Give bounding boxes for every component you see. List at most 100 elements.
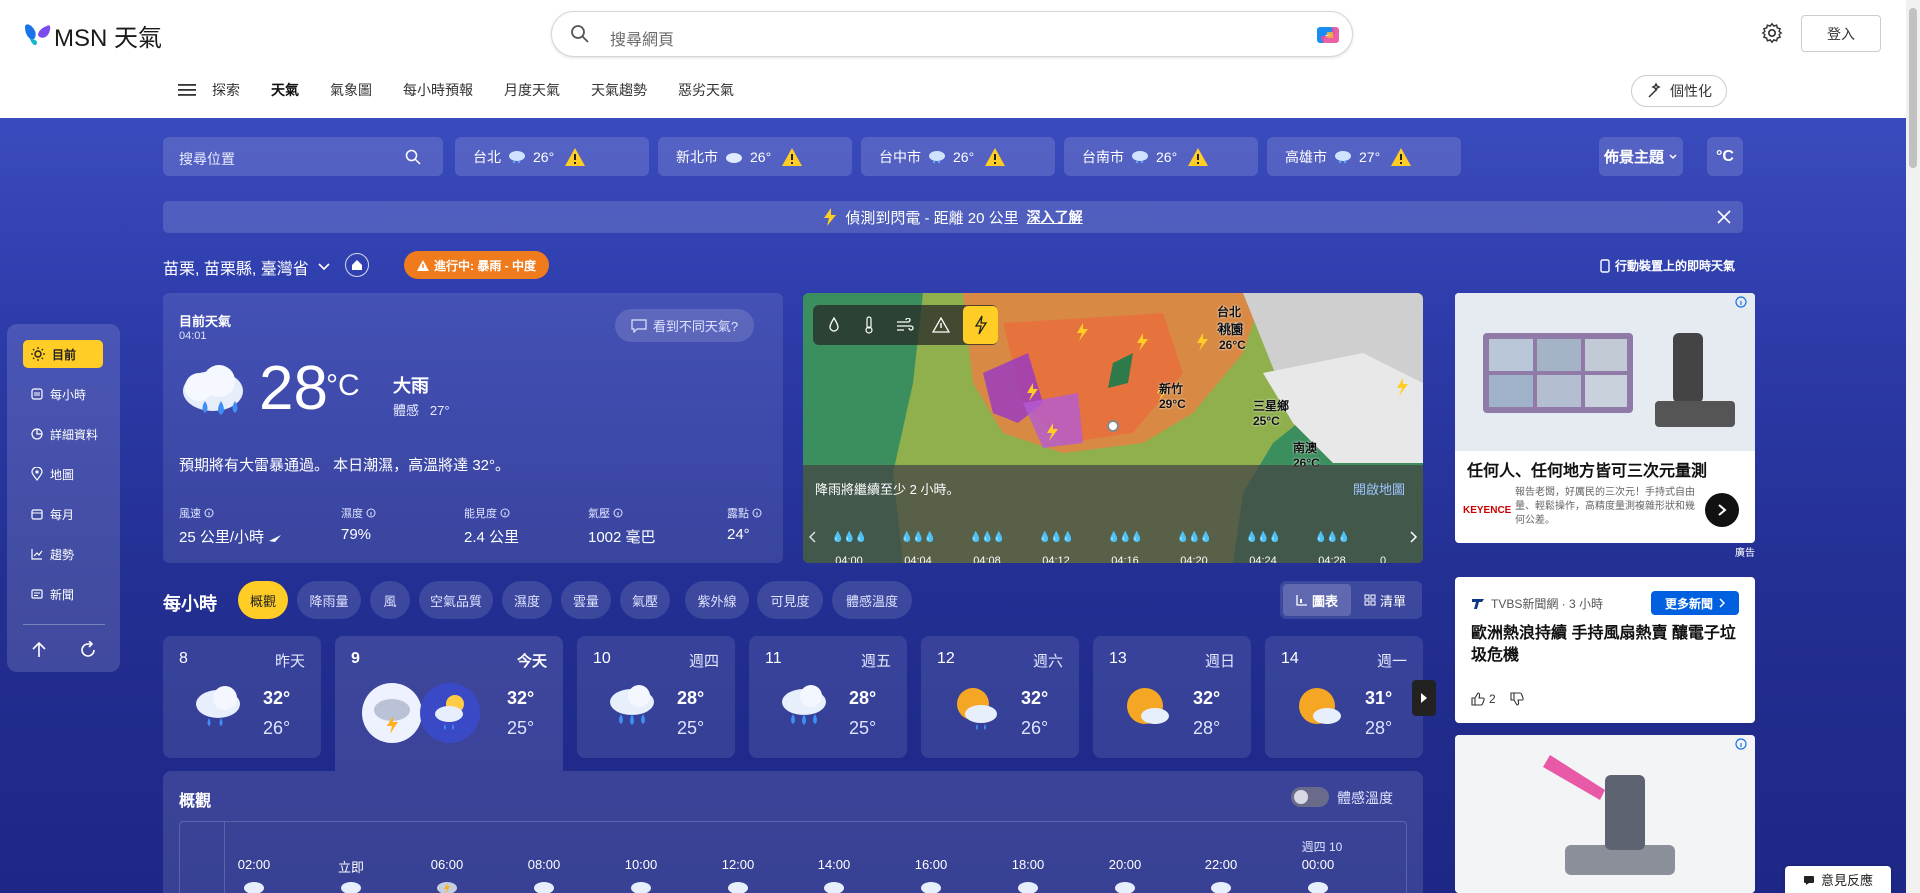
weather-radar-map[interactable]: 台北 26°C 桃園 26°C 新竹 29°C 三星鄉 25°C 南澳 26°C 降雨將繼… (803, 293, 1423, 563)
map-time-tick[interactable]: 04:24 (1243, 555, 1283, 563)
scrollbar-thumb[interactable] (1909, 8, 1917, 168)
map-layer-temperature[interactable] (857, 311, 883, 339)
web-search-box[interactable]: 搜尋網頁 (551, 11, 1353, 57)
day-card[interactable]: 10 週四 28° 25° (577, 636, 735, 758)
ad-go-button[interactable] (1705, 493, 1739, 527)
tab-pressure[interactable]: 氣壓 (620, 581, 670, 619)
day-card[interactable]: 12 週六 32° 26° (921, 636, 1079, 758)
map-time-tick[interactable]: 04:12 (1036, 555, 1076, 563)
location-selector[interactable]: 苗栗, 苗栗縣, 臺灣省 (163, 255, 331, 279)
like-button[interactable]: 2 (1471, 692, 1496, 706)
city-chip-taichung[interactable]: 台中市 26° (861, 137, 1055, 176)
feedback-button[interactable]: 意見反應 (1785, 866, 1891, 893)
map-layer-alerts[interactable] (928, 311, 954, 339)
in-progress-alert-badge[interactable]: 進行中: 暴雨 - 中度 (404, 251, 549, 279)
metric-pressure[interactable]: 氣壓 1002 毫巴 (588, 505, 656, 547)
city-chip-new-taipei[interactable]: 新北市 26° (658, 137, 852, 176)
location-search-input[interactable]: 搜尋位置 (163, 137, 443, 176)
metric-humidity[interactable]: 濕度 79% (341, 505, 376, 543)
sidebar-item-trends[interactable]: 趨勢 (23, 540, 103, 568)
thumbs-down-icon[interactable] (1510, 692, 1524, 706)
chevron-right-icon[interactable] (1408, 530, 1418, 544)
day-low: 25° (507, 718, 535, 738)
day-card[interactable]: 8 昨天 32° 26° (163, 636, 321, 758)
night-rain-icon (420, 683, 480, 743)
sidebar-item-news[interactable]: 新聞 (23, 580, 103, 608)
ad-info-icon[interactable] (1735, 738, 1747, 750)
tab-uv[interactable]: 紫外線 (685, 581, 749, 619)
login-button[interactable]: 登入 (1801, 15, 1881, 52)
feels-like-toggle[interactable] (1291, 787, 1329, 807)
map-layer-precipitation[interactable] (821, 311, 847, 339)
tab-wind[interactable]: 風 (370, 581, 410, 619)
close-icon[interactable] (1715, 208, 1733, 226)
map-time-tick[interactable]: 04:00 (829, 555, 869, 563)
metric-dew-point[interactable]: 露點 24° (727, 505, 762, 543)
day-low: 26° (263, 718, 291, 738)
tab-precipitation[interactable]: 降雨量 (297, 581, 361, 619)
map-city-name: 三星鄉 (1253, 399, 1290, 413)
sidebar-item-map[interactable]: 地圖 (23, 460, 103, 488)
city-chip-kaohsiung[interactable]: 高雄市 27° (1267, 137, 1461, 176)
nav-weather-trends[interactable]: 天氣趨勢 (591, 80, 647, 100)
map-time-tick[interactable]: 0 (1373, 555, 1393, 563)
map-layer-wind[interactable] (892, 311, 918, 339)
tab-visibility[interactable]: 可見度 (757, 581, 823, 619)
city-chip-tainan[interactable]: 台南市 26° (1064, 137, 1258, 176)
unit-dropdown[interactable]: °C (1707, 137, 1743, 176)
city-chip-taipei[interactable]: 台北 26° (455, 137, 649, 176)
nav-monthly-weather[interactable]: 月度天氣 (504, 80, 560, 100)
more-news-button[interactable]: 更多新聞 (1651, 591, 1739, 615)
map-time-tick[interactable]: 04:08 (967, 555, 1007, 563)
day-card[interactable]: 11 週五 28° 25° (749, 636, 907, 758)
page-scrollbar[interactable] (1906, 0, 1920, 893)
refresh-icon[interactable] (79, 641, 97, 659)
heavy-rain-icon (782, 685, 826, 725)
personalize-button[interactable]: 個性化 (1631, 75, 1727, 107)
view-chart-button[interactable]: 圖表 (1283, 584, 1351, 616)
tab-air-quality[interactable]: 空氣品質 (419, 581, 493, 619)
tab-feels-like[interactable]: 體感溫度 (832, 581, 912, 619)
nav-explore[interactable]: 探索 (212, 80, 240, 100)
sidebar-item-current[interactable]: 目前 (23, 340, 103, 368)
nav-weather[interactable]: 天氣 (271, 80, 299, 100)
ad-card-keyence[interactable]: 任何人、任何地方皆可三次元量測 KEYENCE 報告老闆，好厲民的三次元！手持式… (1455, 293, 1755, 543)
tab-cloud-cover[interactable]: 雲量 (561, 581, 611, 619)
sidebar-item-hourly[interactable]: 每小時 (23, 380, 103, 408)
mobile-live-weather-link[interactable]: 行動裝置上的即時天氣 (1600, 257, 1735, 274)
ad-info-icon[interactable] (1735, 296, 1747, 308)
ad-card-device[interactable] (1455, 735, 1755, 893)
hamburger-menu-icon[interactable] (178, 83, 196, 97)
news-card[interactable]: TVBS新聞網 · 3 小時 更多新聞 歐洲熱浪持續 手持風扇熱賣 釀電子垃圾危… (1455, 577, 1755, 723)
nav-hourly-forecast[interactable]: 每小時預報 (403, 80, 473, 100)
copilot-icon[interactable] (1314, 21, 1342, 49)
map-time-tick[interactable]: 04:04 (898, 555, 938, 563)
settings-gear-icon[interactable] (1761, 22, 1783, 44)
map-layer-lightning[interactable] (963, 306, 999, 344)
days-next-button[interactable] (1412, 680, 1436, 716)
home-location-button[interactable] (345, 253, 369, 277)
nav-weather-map[interactable]: 氣象圖 (330, 80, 372, 100)
msn-logo[interactable]: MSN 天氣 (22, 18, 162, 53)
sidebar-item-details[interactable]: 詳細資料 (23, 420, 103, 448)
map-time-tick[interactable]: 04:28 (1312, 555, 1352, 563)
day-card-today[interactable]: 9 今天 32° 25° (335, 636, 563, 771)
metric-visibility[interactable]: 能見度 2.4 公里 (464, 505, 519, 547)
tab-overview[interactable]: 概觀 (238, 581, 288, 619)
open-map-link[interactable]: 開啟地圖 (1353, 479, 1405, 498)
theme-dropdown[interactable]: 佈景主題 (1599, 137, 1683, 176)
report-different-weather-button[interactable]: 看到不同天氣? (615, 309, 754, 342)
day-card[interactable]: 14 週一 31° 28° (1265, 636, 1423, 758)
day-card[interactable]: 13 週日 32° 28° (1093, 636, 1251, 758)
alert-learn-more-link[interactable]: 深入了解 (1027, 207, 1083, 227)
nav-severe-weather[interactable]: 惡劣天氣 (678, 80, 734, 100)
chevron-left-icon[interactable] (808, 530, 818, 544)
metric-wind[interactable]: 風速 25 公里/小時 (179, 505, 282, 547)
news-headline[interactable]: 歐洲熱浪持續 手持風扇熱賣 釀電子垃圾危機 (1471, 623, 1746, 667)
tab-humidity[interactable]: 濕度 (502, 581, 552, 619)
map-time-tick[interactable]: 04:16 (1105, 555, 1145, 563)
map-time-tick[interactable]: 04:20 (1174, 555, 1214, 563)
view-list-button[interactable]: 清單 (1351, 584, 1419, 616)
sidebar-item-monthly[interactable]: 每月 (23, 500, 103, 528)
arrow-up-icon[interactable] (31, 641, 47, 659)
